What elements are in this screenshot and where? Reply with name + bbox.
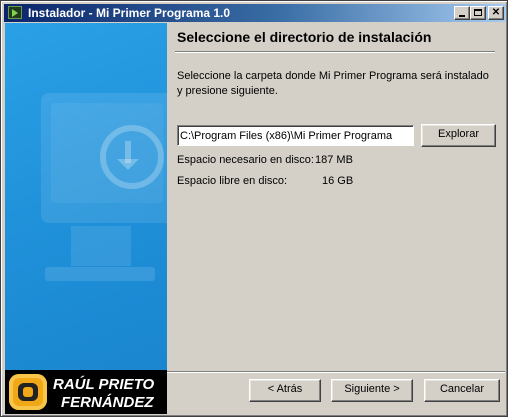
next-button[interactable]: Siguiente > xyxy=(331,379,413,402)
back-button[interactable]: < Atrás xyxy=(249,379,321,402)
maximize-icon xyxy=(474,9,482,16)
maximize-button[interactable] xyxy=(470,6,486,20)
title-bar[interactable]: Instalador - Mi Primer Programa 1.0 ✕ xyxy=(4,4,506,22)
close-button[interactable]: ✕ xyxy=(488,6,504,20)
brand-name-line2: FERNÁNDEZ xyxy=(61,394,154,411)
instructions-text: Seleccione la carpeta donde Mi Primer Pr… xyxy=(177,70,489,97)
wizard-sidebar-image xyxy=(5,23,167,370)
space-required-label: Espacio necesario en disco: xyxy=(177,154,314,166)
footer-divider xyxy=(167,371,505,373)
installer-window: Instalador - Mi Primer Programa 1.0 ✕ Se… xyxy=(0,0,508,417)
download-arrowhead-icon xyxy=(117,159,139,170)
page-title: Seleccione el directorio de instalación xyxy=(177,29,432,45)
install-path-input[interactable] xyxy=(177,125,414,146)
monitor-stand-graphic xyxy=(71,226,131,266)
download-icon xyxy=(100,125,164,189)
heading-divider xyxy=(175,51,495,53)
space-free-value: 16 GB xyxy=(322,175,354,187)
cancel-button[interactable]: Cancelar xyxy=(424,379,500,402)
space-required-value: 187 MB xyxy=(315,154,353,166)
app-icon xyxy=(8,6,22,19)
brand-banner: RAÚL PRIETO FERNÁNDEZ xyxy=(5,370,167,414)
brand-logo-icon xyxy=(9,374,47,410)
space-free-label: Espacio libre en disco: xyxy=(177,175,288,187)
window-title: Instalador - Mi Primer Programa 1.0 xyxy=(28,6,231,20)
brand-name-line1: RAÚL PRIETO xyxy=(53,376,155,393)
minimize-button[interactable] xyxy=(454,6,470,20)
wizard-page: Seleccione el directorio de instalación … xyxy=(167,23,505,370)
minimize-icon xyxy=(459,15,465,17)
monitor-base-graphic xyxy=(45,267,155,281)
browse-button[interactable]: Explorar xyxy=(421,124,496,147)
